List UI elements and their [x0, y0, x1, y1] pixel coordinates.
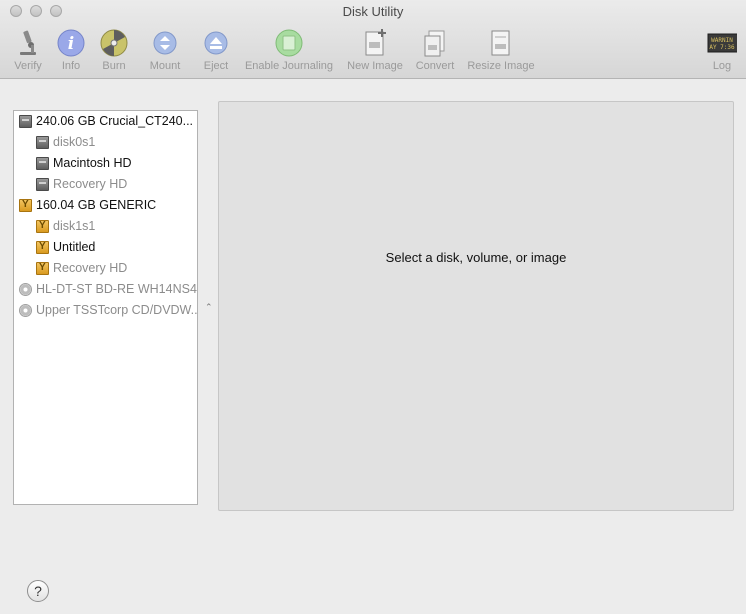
disk-list-item[interactable]: Recovery HD [14, 174, 197, 194]
disk-list-item-label: Upper TSSTcorp CD/DVDW... [36, 303, 197, 317]
disk-list-item[interactable]: Recovery HD [14, 258, 197, 278]
disk-list-item-label: Macintosh HD [53, 156, 132, 170]
optical-drive-icon [19, 304, 32, 317]
empty-selection-message: Select a disk, volume, or image [385, 250, 567, 265]
svg-text:AY 7:36: AY 7:36 [709, 44, 735, 51]
usb-disk-icon [19, 195, 32, 215]
disk-list-item-label: 240.06 GB Crucial_CT240... [36, 114, 194, 128]
disk-list-item-label: 160.04 GB GENERIC [36, 198, 157, 212]
verify-button[interactable]: Verify [10, 28, 46, 76]
resize-image-button[interactable]: Resize Image [465, 28, 537, 76]
info-icon: i [57, 29, 85, 57]
usb-disk-icon [36, 237, 49, 257]
disk-list[interactable]: 240.06 GB Crucial_CT240... disk0s1 Macinto… [13, 110, 198, 505]
journaling-icon [275, 29, 303, 57]
disk-utility-window: Disk Utility Verify i Info Burn Mount Ej… [0, 0, 746, 614]
disk-list-item[interactable]: HL-DT-ST BD-RE WH14NS4 [14, 279, 197, 299]
resize-image-icon [491, 30, 510, 56]
usb-disk-icon [36, 258, 49, 278]
detail-pane: Select a disk, volume, or image [218, 101, 734, 511]
log-button[interactable]: WARNIN AY 7:36 Log [704, 28, 740, 76]
disk-list-item-label: disk0s1 [53, 135, 96, 149]
disk-list-item-label: HL-DT-ST BD-RE WH14NS4 [36, 282, 197, 296]
info-button[interactable]: i Info [56, 28, 86, 76]
svg-text:i: i [68, 34, 74, 54]
svg-text:WARNIN: WARNIN [711, 37, 733, 44]
disk-list-item-label: Untitled [53, 240, 96, 254]
new-image-icon [365, 29, 386, 56]
window-title: Disk Utility [342, 4, 404, 19]
disk-list-item[interactable]: Upper TSSTcorp CD/DVDW... [14, 300, 197, 320]
convert-icon [424, 30, 445, 57]
disk-list-item-label: Recovery HD [53, 177, 128, 191]
disk-list-item[interactable]: Macintosh HD [14, 153, 197, 173]
burn-icon [100, 29, 128, 57]
log-console-icon: WARNIN AY 7:36 [707, 33, 737, 53]
mount-icon [153, 31, 177, 55]
internal-disk-icon [36, 157, 49, 170]
internal-disk-icon [19, 115, 32, 128]
new-image-button[interactable]: New Image [344, 28, 406, 76]
disk-list-item[interactable]: 160.04 GB GENERIC [14, 195, 197, 215]
disk-list-item[interactable]: disk1s1 [14, 216, 197, 236]
internal-disk-icon [36, 178, 49, 191]
mount-button[interactable]: Mount [147, 28, 183, 76]
internal-disk-icon [36, 136, 49, 149]
microscope-icon [20, 30, 36, 55]
eject-button[interactable]: Eject [200, 28, 232, 76]
toolbar: Disk Utility Verify i Info Burn Mount Ej… [0, 0, 746, 79]
splitter-handle[interactable]: ⌃ [205, 302, 213, 313]
help-button[interactable]: ? [27, 580, 49, 602]
disk-list-item[interactable]: 240.06 GB Crucial_CT240... [14, 111, 197, 131]
enable-journaling-button[interactable]: Enable Journaling [240, 28, 338, 76]
disk-list-item-label: Recovery HD [53, 261, 128, 275]
disk-list-item[interactable]: Untitled [14, 237, 197, 257]
eject-icon [204, 31, 228, 55]
disk-list-item-label: disk1s1 [53, 219, 96, 233]
burn-button[interactable]: Burn [98, 28, 130, 76]
usb-disk-icon [36, 216, 49, 236]
convert-button[interactable]: Convert [412, 28, 458, 76]
optical-drive-icon [19, 283, 32, 296]
disk-list-item[interactable]: disk0s1 [14, 132, 197, 152]
